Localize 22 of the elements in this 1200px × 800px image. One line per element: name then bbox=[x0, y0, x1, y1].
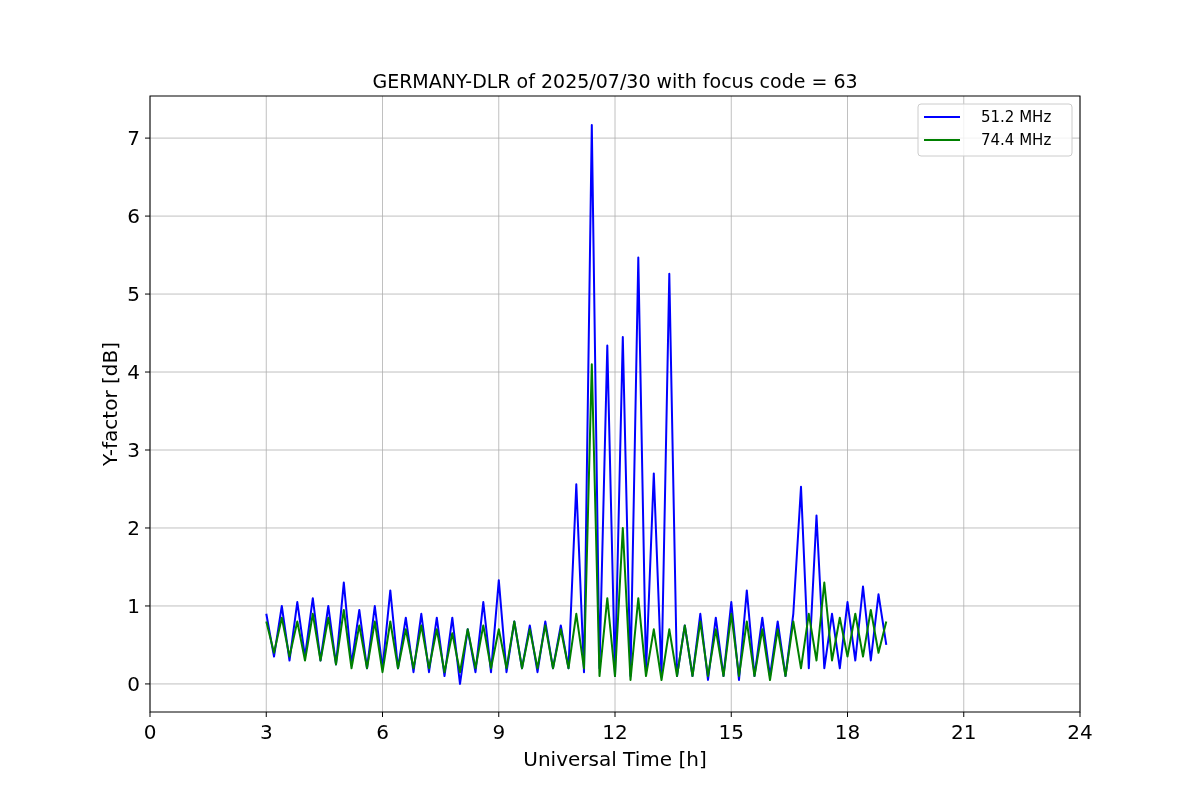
y-axis-label: Y-factor [dB] bbox=[98, 342, 122, 466]
tick-label: 0 bbox=[143, 720, 157, 744]
tick-label: 0 bbox=[127, 671, 140, 696]
tick-label: 24 bbox=[1067, 720, 1093, 744]
legend-label: 51.2 MHz bbox=[981, 108, 1052, 126]
chart-title: GERMANY-DLR of 2025/07/30 with focus code = 63 bbox=[372, 70, 858, 92]
tick-label: 2 bbox=[127, 516, 140, 540]
tick-label: 5 bbox=[127, 282, 140, 307]
tick-label: 4 bbox=[127, 360, 140, 385]
tick-label: 3 bbox=[259, 720, 273, 744]
tick-label: 18 bbox=[834, 720, 861, 744]
tick-label: 6 bbox=[376, 720, 389, 744]
tick-label: 21 bbox=[951, 720, 977, 744]
x-axis-label: Universal Time [h] bbox=[523, 747, 707, 771]
tick-label: 15 bbox=[718, 720, 744, 744]
legend-label: 74.4 MHz bbox=[981, 131, 1052, 149]
tick-label: 9 bbox=[492, 720, 506, 744]
tick-label: 1 bbox=[127, 593, 140, 618]
tick-label: 6 bbox=[127, 204, 140, 229]
tick-label: 12 bbox=[602, 720, 628, 744]
tick-label: 3 bbox=[127, 438, 140, 462]
tick-label: 7 bbox=[127, 126, 140, 151]
